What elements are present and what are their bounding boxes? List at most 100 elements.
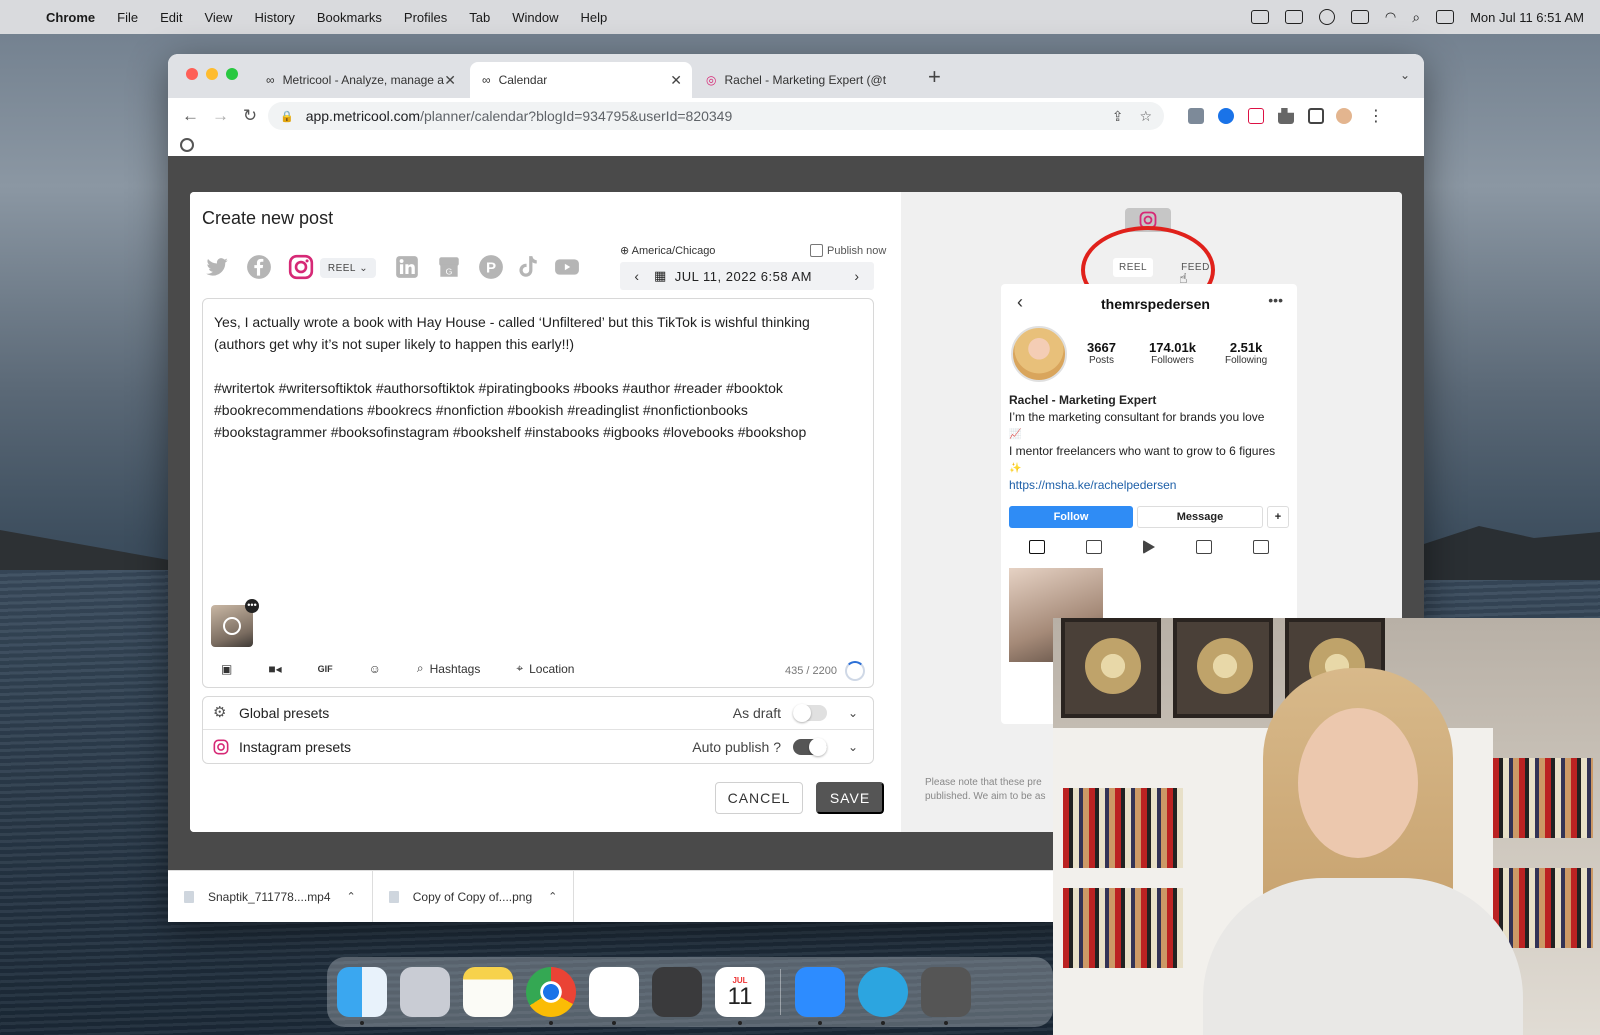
- pinterest-icon[interactable]: P: [478, 254, 504, 280]
- more-options-icon[interactable]: •••: [1268, 292, 1283, 308]
- save-button[interactable]: SAVE: [816, 782, 884, 814]
- calendar-app-icon[interactable]: JUL 11: [715, 967, 765, 1025]
- extension-icon[interactable]: [1218, 108, 1234, 124]
- reload-icon[interactable]: ↻: [242, 106, 258, 126]
- camera-icon[interactable]: [1284, 10, 1303, 24]
- finder-icon[interactable]: [337, 967, 387, 1025]
- spotlight-search-icon[interactable]: ⌕: [1412, 9, 1420, 26]
- guides-icon[interactable]: [1195, 540, 1212, 554]
- tagged-icon[interactable]: [1252, 540, 1269, 554]
- puzzle-extensions-icon[interactable]: [1278, 108, 1294, 124]
- new-tab-button[interactable]: +: [928, 64, 941, 90]
- chevron-up-icon[interactable]: ⌃: [548, 890, 557, 903]
- cancel-button[interactable]: CANCEL: [715, 782, 803, 814]
- emoji-icon[interactable]: ☺: [369, 662, 381, 676]
- facebook-icon[interactable]: [246, 254, 272, 280]
- auto-publish-toggle[interactable]: [793, 737, 827, 756]
- instagram-icon[interactable]: [288, 254, 314, 280]
- menu-clock[interactable]: Mon Jul 11 6:51 AM: [1470, 10, 1584, 25]
- post-text-editor[interactable]: Yes, I actually wrote a book with Hay Ho…: [202, 298, 874, 688]
- menu-help[interactable]: Help: [581, 10, 608, 25]
- timezone-label[interactable]: ⊕ America/Chicago: [620, 244, 715, 257]
- extension-icon[interactable]: [1248, 108, 1264, 124]
- menu-app-name[interactable]: Chrome: [46, 10, 95, 25]
- gif-button[interactable]: GIF: [318, 664, 333, 674]
- profile-link[interactable]: https://msha.ke/rachelpedersen: [1009, 477, 1291, 494]
- chevron-up-icon[interactable]: ⌃: [347, 890, 356, 903]
- message-button[interactable]: Message: [1137, 506, 1263, 528]
- lock-icon[interactable]: 🔒: [280, 110, 294, 123]
- image-upload-icon[interactable]: ▣: [221, 662, 232, 676]
- tab-instagram[interactable]: ◎ Rachel - Marketing Expert (@t: [694, 62, 906, 98]
- launchpad-icon[interactable]: [400, 967, 450, 1017]
- side-panel-icon[interactable]: [1308, 108, 1324, 124]
- notes-icon[interactable]: [463, 967, 513, 1017]
- close-icon[interactable]: ✕: [670, 72, 682, 89]
- menu-bookmarks[interactable]: Bookmarks: [317, 10, 382, 25]
- address-bar[interactable]: 🔒 app.metricool.com/planner/calendar?blo…: [268, 102, 1164, 130]
- hashtags-button[interactable]: ⌕ Hashtags: [417, 661, 480, 676]
- tab-metricool[interactable]: ∞ Metricool - Analyze, manage a ✕: [254, 62, 466, 98]
- chevron-down-icon[interactable]: ⌄: [843, 740, 863, 754]
- tab-calendar[interactable]: ∞ Calendar ✕: [470, 62, 692, 98]
- slack-icon[interactable]: [589, 967, 639, 1025]
- download-item[interactable]: Snaptik_711778....mp4 ⌃: [168, 870, 373, 922]
- zoom-icon[interactable]: [795, 967, 845, 1025]
- chevron-right-icon[interactable]: ›: [840, 268, 874, 284]
- publish-now-checkbox[interactable]: Publish now: [810, 244, 886, 257]
- chrome-icon[interactable]: [526, 967, 576, 1025]
- close-icon[interactable]: ✕: [444, 72, 456, 89]
- menu-window[interactable]: Window: [512, 10, 558, 25]
- minimize-window-button[interactable]: [206, 68, 218, 80]
- screenflow-icon[interactable]: [921, 967, 971, 1025]
- bookmark-star-icon[interactable]: ☆: [1139, 108, 1152, 125]
- menu-file[interactable]: File: [117, 10, 138, 25]
- play-icon[interactable]: [223, 617, 241, 635]
- menu-history[interactable]: History: [254, 10, 294, 25]
- menu-view[interactable]: View: [204, 10, 232, 25]
- video-thumbnail[interactable]: •••: [211, 599, 259, 647]
- global-presets-row[interactable]: ⚙ Global presets As draft ⌄: [203, 697, 873, 730]
- tiktok-icon[interactable]: [514, 254, 540, 280]
- follow-button[interactable]: Follow: [1009, 506, 1133, 528]
- as-draft-toggle[interactable]: [793, 704, 827, 722]
- more-options-icon[interactable]: •••: [245, 599, 259, 613]
- menu-profiles[interactable]: Profiles: [404, 10, 447, 25]
- location-button[interactable]: ⌖ Location: [516, 661, 574, 676]
- date-picker[interactable]: ‹ ▦ JUL 11, 2022 6:58 AM ›: [620, 262, 874, 290]
- control-center-icon[interactable]: [1436, 10, 1455, 24]
- instagram-presets-row[interactable]: Instagram presets Auto publish ? ⌄: [203, 730, 873, 763]
- wifi-icon[interactable]: ◠: [1385, 9, 1396, 25]
- forward-arrow-icon[interactable]: →: [212, 106, 229, 126]
- play-icon[interactable]: [1142, 540, 1155, 554]
- reels-icon[interactable]: [1086, 540, 1103, 554]
- profile-avatar-icon[interactable]: [1336, 108, 1352, 124]
- menu-edit[interactable]: Edit: [160, 10, 182, 25]
- screen-record-icon[interactable]: [1250, 10, 1269, 24]
- chevron-left-icon[interactable]: ‹: [620, 268, 654, 284]
- download-item[interactable]: Copy of Copy of....png ⌃: [373, 870, 575, 922]
- calculator-icon[interactable]: [652, 967, 702, 1017]
- user-status-icon[interactable]: [1318, 9, 1335, 25]
- twitter-icon[interactable]: [204, 254, 230, 280]
- chevron-left-icon[interactable]: ‹: [1017, 292, 1023, 313]
- share-icon[interactable]: ⇪: [1112, 108, 1124, 125]
- post-text[interactable]: Yes, I actually wrote a book with Hay Ho…: [214, 311, 864, 443]
- back-arrow-icon[interactable]: ←: [182, 106, 199, 126]
- zoom-window-button[interactable]: [226, 68, 238, 80]
- chevron-down-icon[interactable]: ⌄: [843, 706, 863, 720]
- kebab-menu-icon[interactable]: ⋮: [1368, 106, 1384, 126]
- extension-icon[interactable]: [1188, 108, 1204, 124]
- linkedin-icon[interactable]: [394, 254, 420, 280]
- youtube-icon[interactable]: [554, 254, 580, 280]
- checkbox-box[interactable]: [810, 244, 823, 257]
- format-select[interactable]: REEL ⌄: [320, 258, 376, 278]
- grid-icon[interactable]: [1029, 540, 1046, 554]
- video-upload-icon[interactable]: ■◂: [268, 662, 281, 676]
- globe-icon[interactable]: [180, 138, 194, 152]
- tab-search-chevron-icon[interactable]: ⌄: [1400, 68, 1410, 82]
- telegram-icon[interactable]: [858, 967, 908, 1025]
- menu-tab[interactable]: Tab: [469, 10, 490, 25]
- battery-icon[interactable]: [1350, 10, 1369, 24]
- add-user-icon[interactable]: +: [1267, 506, 1289, 528]
